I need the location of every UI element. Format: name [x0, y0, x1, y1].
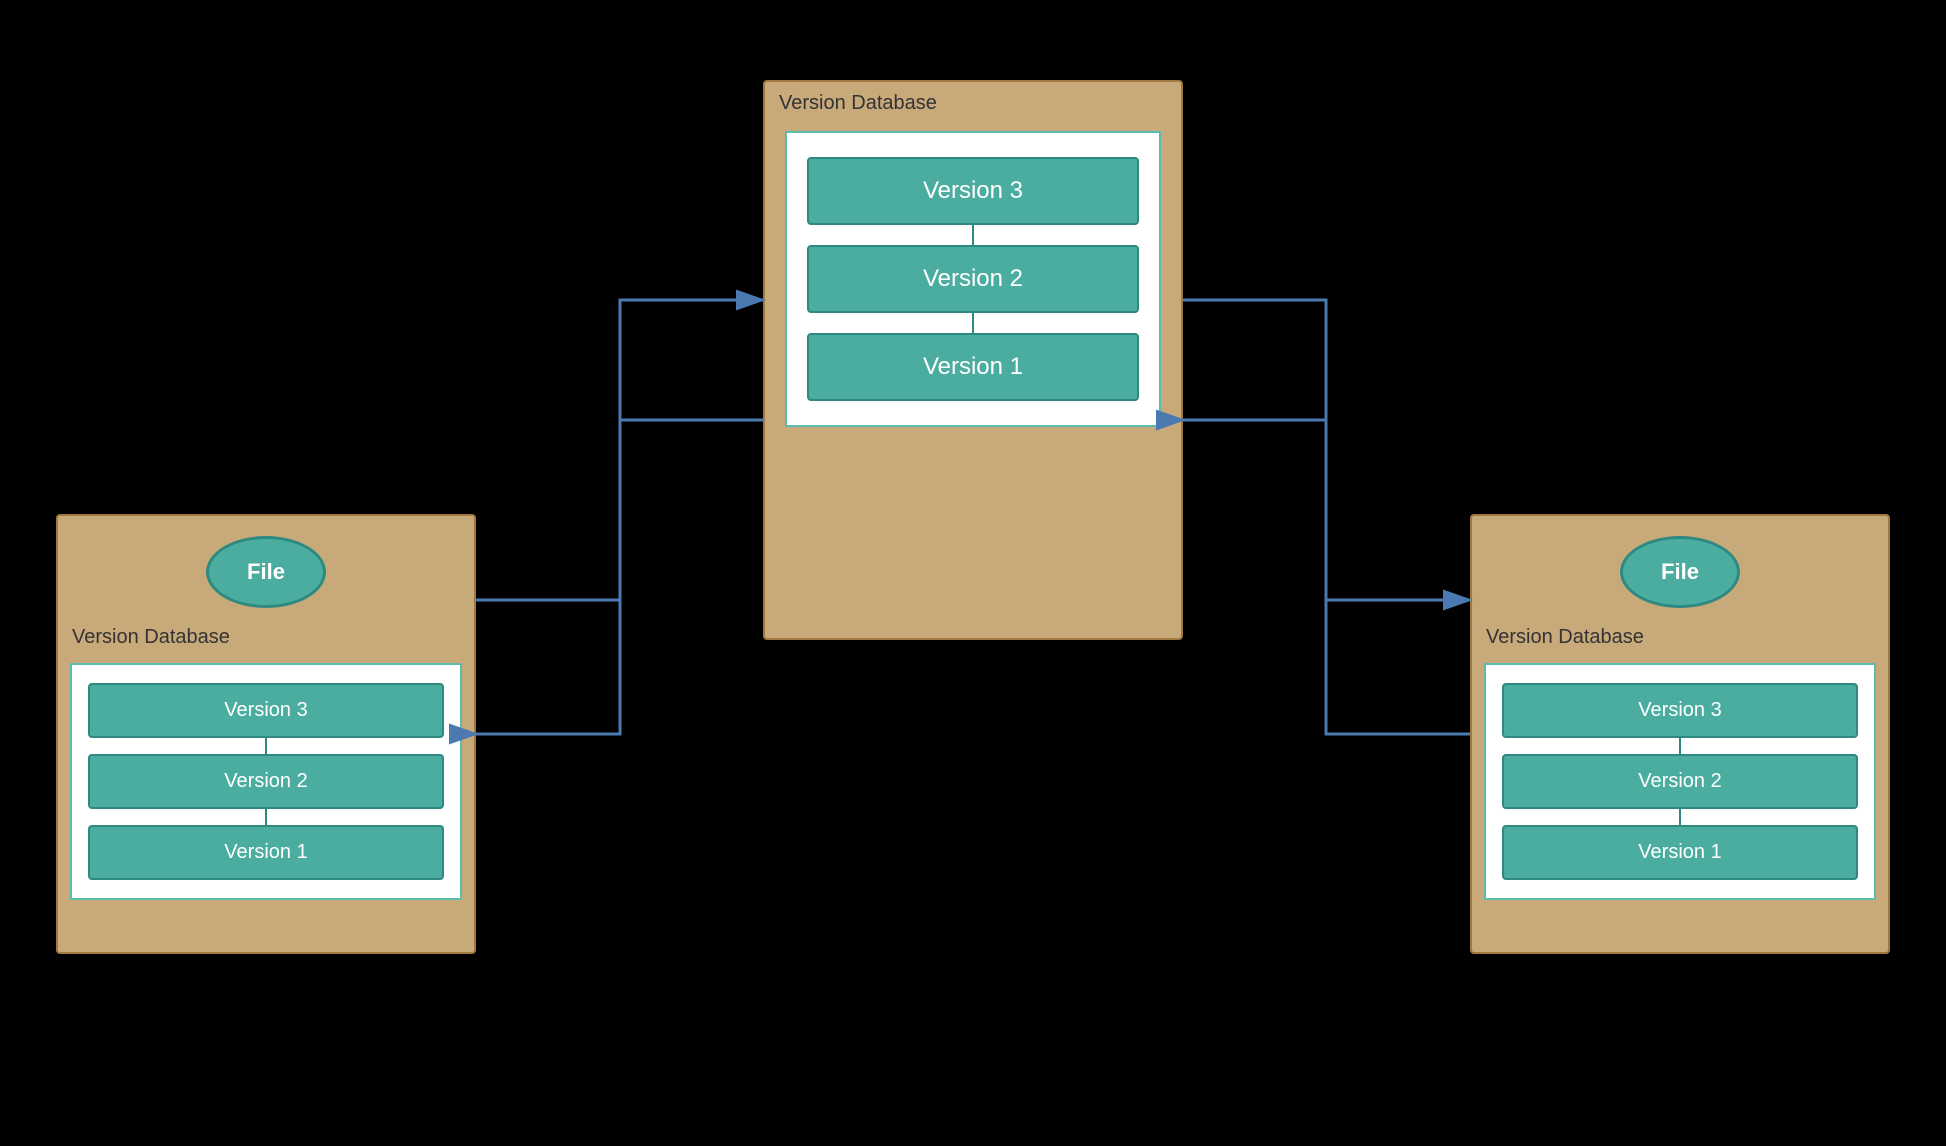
center-connector-2	[972, 313, 974, 333]
left-connector-1	[265, 738, 267, 754]
right-box-label: Version Database	[1472, 616, 1888, 655]
right-connector-1	[1679, 738, 1681, 754]
left-inner-panel: Version 3 Version 2 Version 1	[70, 663, 462, 900]
right-file-label: File	[1661, 559, 1699, 585]
center-version-1: Version 1	[807, 333, 1139, 401]
right-file-oval: File	[1620, 536, 1740, 608]
left-vdb-box: File Version Database Version 3 Version …	[56, 514, 476, 954]
right-connector-2	[1679, 809, 1681, 825]
center-inner-panel: Version 3 Version 2 Version 1	[785, 131, 1161, 427]
arrow-right-to-center	[1183, 420, 1470, 734]
arrow-left-to-center	[476, 300, 763, 600]
left-version-2: Version 2	[88, 754, 444, 809]
left-connector-2	[265, 809, 267, 825]
right-version-2: Version 2	[1502, 754, 1858, 809]
arrow-center-to-right	[1183, 300, 1470, 600]
right-vdb-box: File Version Database Version 3 Version …	[1470, 514, 1890, 954]
left-version-1: Version 1	[88, 825, 444, 880]
left-box-label: Version Database	[58, 616, 474, 655]
center-connector-1	[972, 225, 974, 245]
center-version-3: Version 3	[807, 157, 1139, 225]
diagram-container: Version Database Version 3 Version 2 Ver…	[0, 0, 1946, 1146]
center-vdb-box: Version Database Version 3 Version 2 Ver…	[763, 80, 1183, 640]
left-version-3: Version 3	[88, 683, 444, 738]
right-version-3: Version 3	[1502, 683, 1858, 738]
arrow-center-to-left	[476, 420, 763, 734]
center-version-2: Version 2	[807, 245, 1139, 313]
right-inner-panel: Version 3 Version 2 Version 1	[1484, 663, 1876, 900]
center-box-label: Version Database	[765, 82, 1181, 121]
left-file-oval: File	[206, 536, 326, 608]
left-file-label: File	[247, 559, 285, 585]
right-version-1: Version 1	[1502, 825, 1858, 880]
